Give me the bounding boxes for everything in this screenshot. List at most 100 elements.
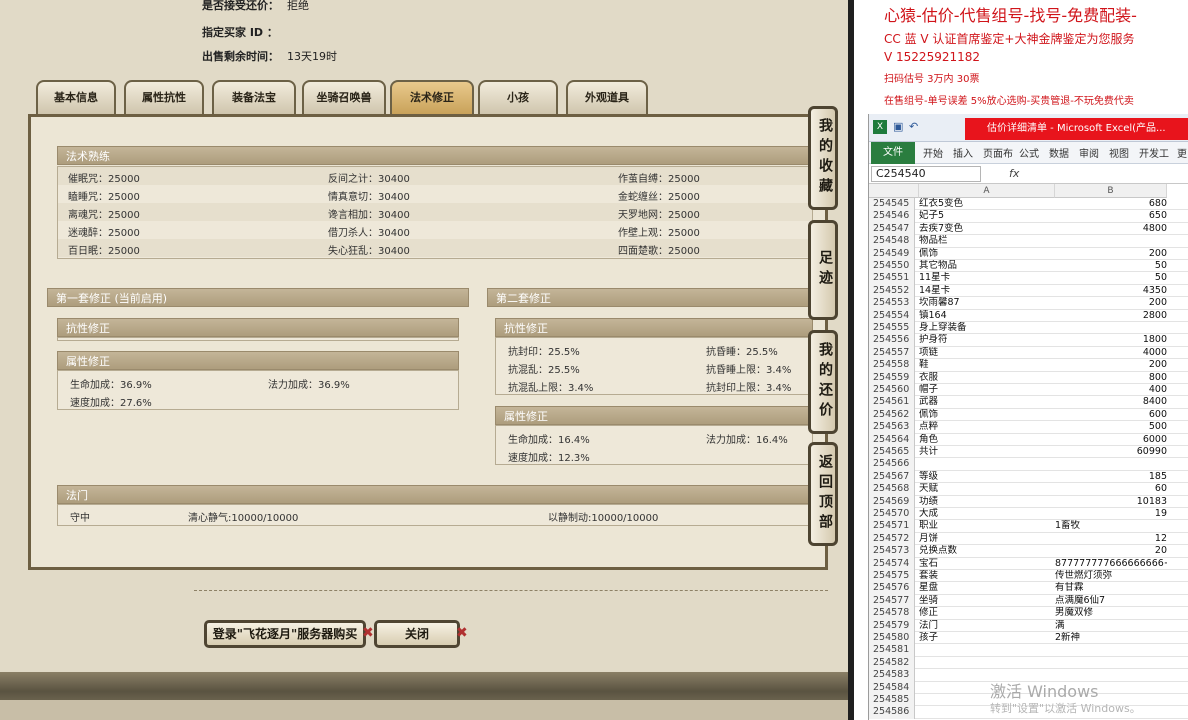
cell-a[interactable]: 妃子5 [919,210,1055,222]
row-number[interactable]: 254571 [869,520,915,533]
row-number[interactable]: 254557 [869,346,915,360]
cell-b[interactable]: 500 [1055,421,1167,433]
cell-b[interactable]: 2800 [1055,310,1167,322]
sheet-row[interactable]: 254566 [869,458,1188,471]
sheet-row[interactable]: 254575 套装 传世燃灯须弥 [869,570,1188,583]
cell-a[interactable]: 法门 [919,620,1055,632]
sheet-row[interactable]: 254550 其它物品 50 [869,260,1188,273]
cell-a[interactable]: 角色 [919,434,1055,446]
cell-b[interactable]: 400 [1055,384,1167,396]
ribbon-tab-insert[interactable]: 插入 [953,145,973,160]
tab-appearance[interactable]: 外观道具 [566,80,648,114]
cell-b[interactable]: 男魔双修 [1055,607,1167,619]
cell-a[interactable]: 星盘 [919,582,1055,594]
cell-a[interactable]: 等级 [919,471,1055,483]
cell-a[interactable]: 武器 [919,396,1055,408]
ribbon-tab-review[interactable]: 审阅 [1079,145,1099,160]
cell-b[interactable]: 点满魔6仙7 [1055,595,1167,607]
sheet-row[interactable]: 254546 妃子5 650 [869,210,1188,223]
sheet-row[interactable]: 254578 修正 男魔双修 [869,607,1188,620]
cell-b[interactable]: 60 [1055,483,1167,495]
row-number[interactable]: 254548 [869,235,915,248]
row-number[interactable]: 254564 [869,433,915,446]
cell-b[interactable]: 2新神 [1055,632,1167,644]
tab-attr-resist[interactable]: 属性抗性 [124,80,204,114]
sheet-row[interactable]: 254572 月饼 12 [869,532,1188,546]
row-number[interactable]: 254577 [869,594,915,608]
tab-spell-correction[interactable]: 法术修正 [390,80,474,114]
cell-a[interactable]: 月饼 [919,533,1055,545]
row-number[interactable]: 254552 [869,284,915,298]
cell-b[interactable]: 60990 [1055,446,1167,458]
cell-a[interactable]: 佩饰 [919,409,1055,421]
cell-b[interactable]: 200 [1055,297,1167,309]
row-number[interactable]: 254581 [869,644,915,657]
cell-b[interactable]: 10183 [1055,496,1167,508]
row-number[interactable]: 254568 [869,483,915,496]
sheet-row[interactable]: 254577 坐骑 点满魔6仙7 [869,594,1188,608]
ribbon-tab-layout[interactable]: 页面布 [983,145,1013,160]
cell-a[interactable]: 身上穿装备 [919,322,1055,334]
cell-b[interactable]: 传世燃灯须弥 [1055,570,1167,582]
close-button[interactable]: 关闭 [374,620,460,648]
cell-b[interactable]: 200 [1055,248,1167,260]
cell-a[interactable]: 帽子 [919,384,1055,396]
row-number[interactable]: 254560 [869,384,915,397]
sheet-row[interactable]: 254549 佩饰 200 [869,247,1188,260]
cell-b[interactable]: 200 [1055,359,1167,371]
row-number[interactable]: 254562 [869,408,915,422]
cell-a[interactable]: 物品栏 [919,235,1055,247]
sheet-row[interactable]: 254554 镇164 2800 [869,309,1188,322]
cell-b[interactable]: 6000 [1055,434,1167,446]
cell-a[interactable]: 套装 [919,570,1055,582]
cell-b[interactable]: 8400 [1055,396,1167,408]
cell-a[interactable]: 坐骑 [919,595,1055,607]
sheet-row[interactable]: 254547 去疾7变色 4800 [869,222,1188,236]
my-bargain-button[interactable]: 我的还价 [808,330,838,434]
cell-a[interactable]: 鞋 [919,359,1055,371]
cell-b[interactable]: 满 [1055,620,1167,632]
row-number[interactable]: 254583 [869,669,915,682]
sheet-row[interactable]: 254545 红衣5变色 680 [869,198,1188,211]
cell-a[interactable]: 其它物品 [919,260,1055,272]
cell-a[interactable]: 11星卡 [919,272,1055,284]
row-number[interactable]: 254569 [869,495,915,508]
sheet-row[interactable]: 254574 宝石 877777777666666666+ [869,557,1188,570]
cell-b[interactable]: 877777777666666666+ [1055,558,1167,570]
ribbon-tab-developer[interactable]: 开发工 [1139,145,1169,160]
row-number[interactable]: 254556 [869,334,915,347]
tab-equipment[interactable]: 装备法宝 [212,80,296,114]
my-favorites-button[interactable]: 我的收藏 [808,106,838,210]
cell-b[interactable]: 20 [1055,545,1167,557]
cell-a[interactable]: 红衣5变色 [919,198,1055,210]
sheet-row[interactable]: 254560 帽子 400 [869,384,1188,397]
footprint-button[interactable]: 足迹 [808,220,838,320]
cell-a[interactable]: 功绩 [919,496,1055,508]
row-number[interactable]: 254567 [869,470,915,484]
row-number[interactable]: 254550 [869,260,915,273]
cell-b[interactable]: 4800 [1055,223,1167,235]
cell-b[interactable]: 50 [1055,260,1167,272]
row-number[interactable]: 254554 [869,309,915,322]
cell-b[interactable]: 12 [1055,533,1167,545]
undo-icon[interactable]: ↶ [909,120,918,133]
row-number[interactable]: 254561 [869,396,915,409]
tab-child[interactable]: 小孩 [478,80,558,114]
cell-a[interactable]: 职业 [919,520,1055,532]
sheet-row[interactable]: 254552 14星卡 4350 [869,284,1188,298]
sheet-row[interactable]: 254563 点粹 500 [869,421,1188,434]
column-header-a[interactable]: A [919,184,1055,198]
ribbon-tab-home[interactable]: 开始 [923,145,943,160]
row-number[interactable]: 254555 [869,322,915,335]
cell-a[interactable]: 佩饰 [919,248,1055,260]
cell-b[interactable]: 1800 [1055,334,1167,346]
cell-a[interactable]: 坎雨馨87 [919,297,1055,309]
row-number[interactable]: 254572 [869,532,915,546]
row-number[interactable]: 254558 [869,359,915,372]
row-number[interactable]: 254559 [869,371,915,384]
ribbon-tab-file[interactable]: 文件 [871,142,915,164]
row-number[interactable]: 254565 [869,446,915,459]
tab-mount-summon[interactable]: 坐骑召唤兽 [302,80,386,114]
row-number[interactable]: 254566 [869,458,915,471]
column-header-b[interactable]: B [1055,184,1167,198]
